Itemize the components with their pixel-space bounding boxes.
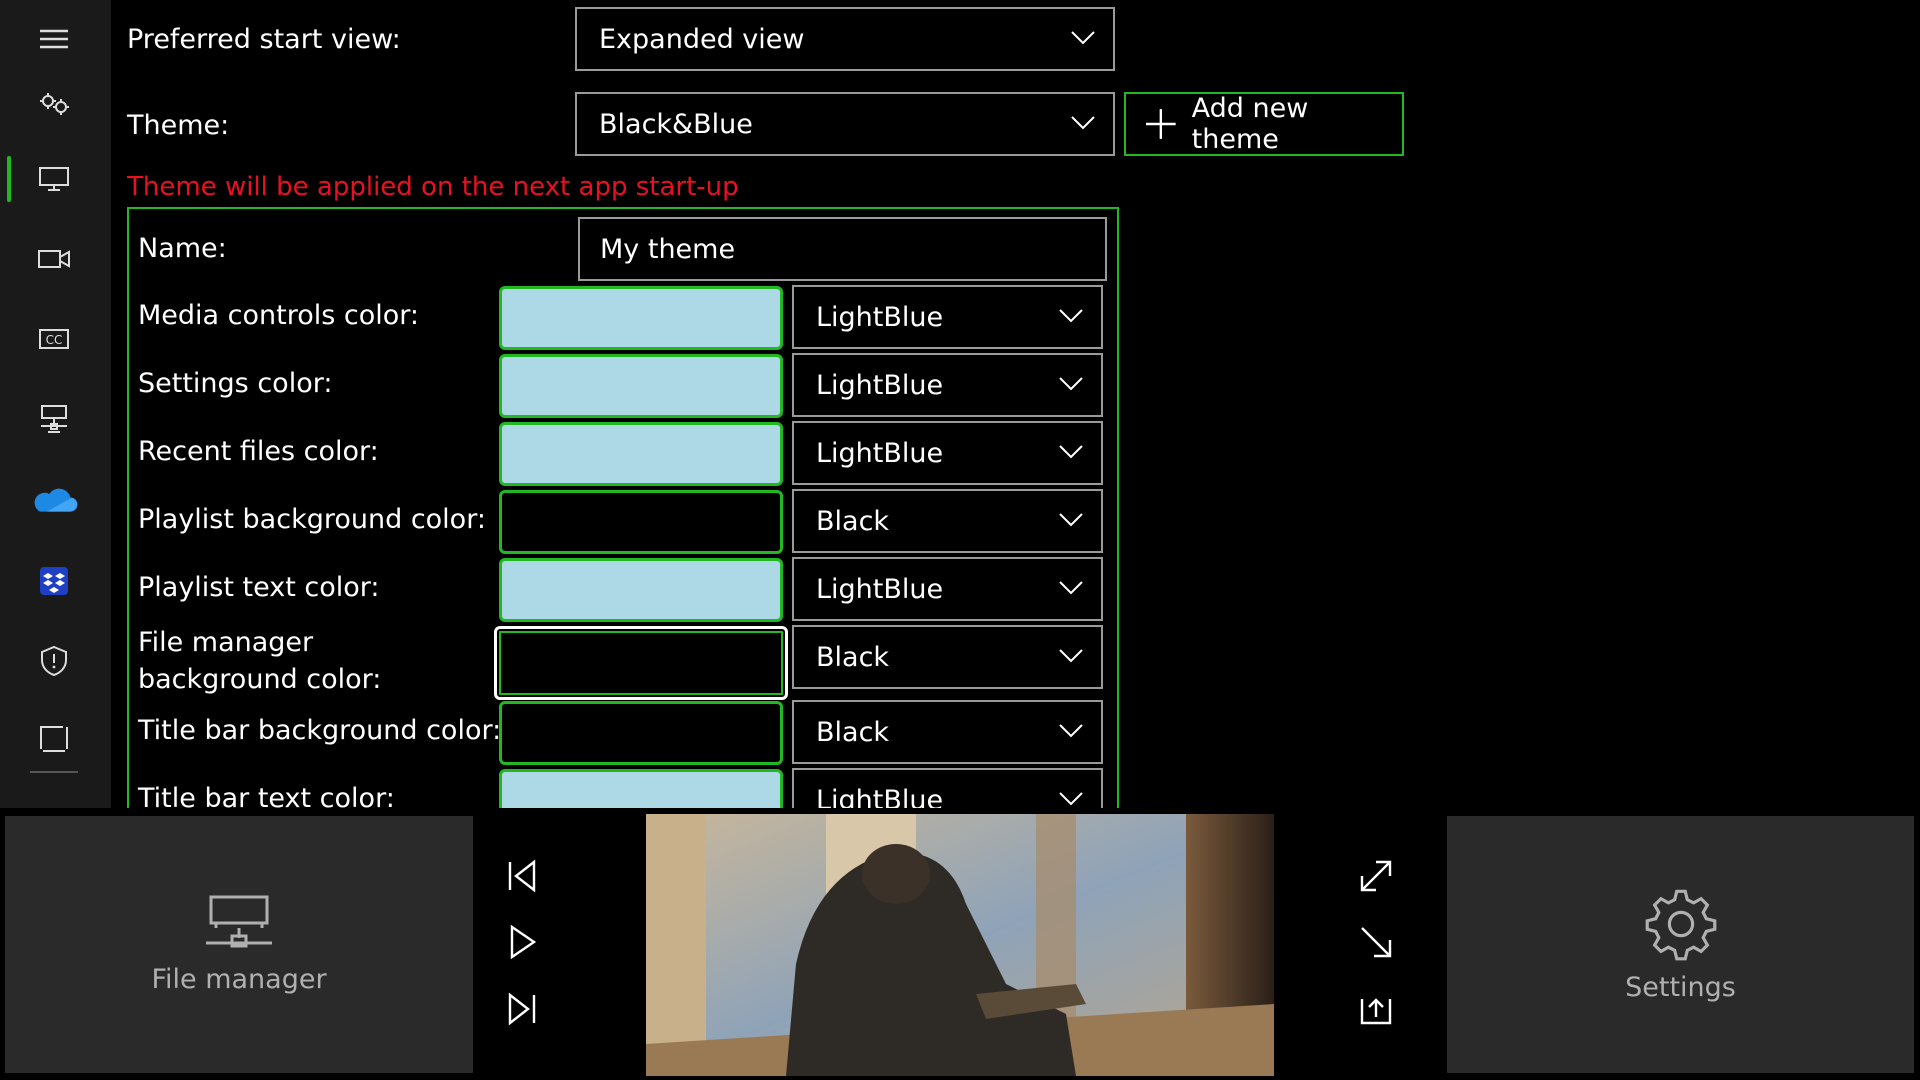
skip-next-icon [508, 992, 536, 1026]
arrow-down-right-icon [1361, 927, 1392, 958]
add-new-theme-label: Add new theme [1191, 93, 1309, 155]
rail-divider [30, 771, 78, 773]
chevron-down-icon [1059, 513, 1083, 527]
file-manager-button[interactable]: File manager [5, 816, 473, 1073]
chevron-down-icon [1059, 792, 1083, 806]
title-bar-background-color-label: Title bar background color: [138, 715, 502, 746]
file-manager-background-color-swatch[interactable] [494, 626, 788, 700]
file-manager-background-color-value: Black [816, 641, 890, 673]
chevron-down-icon [1059, 649, 1083, 663]
recent-files-color-value: LightBlue [816, 437, 944, 469]
expand-button[interactable] [1346, 846, 1406, 906]
playlist-background-color-dropdown[interactable]: Black [792, 489, 1103, 553]
media-controls-color-value: LightBlue [816, 301, 944, 333]
start-view-dropdown[interactable]: Expanded view [575, 7, 1115, 71]
settings-color-value: LightBlue [816, 369, 944, 401]
settings-color-label: Settings color: [138, 368, 333, 399]
video-thumbnail[interactable] [646, 814, 1274, 1076]
play-icon [510, 924, 537, 960]
closed-captions-icon[interactable]: CC [14, 309, 94, 369]
title-bar-text-color-label: Title bar text color: [138, 783, 395, 808]
chevron-down-icon [1059, 377, 1083, 391]
playlist-text-color-value: LightBlue [816, 573, 944, 605]
settings-color-swatch[interactable] [499, 354, 783, 418]
settings-button[interactable]: Settings [1447, 816, 1914, 1073]
playlist-text-color-swatch[interactable] [499, 558, 783, 622]
hamburger-menu-icon[interactable] [14, 9, 94, 69]
play-button[interactable] [492, 912, 552, 972]
title-bar-background-color-swatch[interactable] [499, 701, 783, 765]
theme-label: Theme: [127, 110, 230, 141]
playlist-text-color-label: Playlist text color: [138, 572, 380, 603]
plus-icon [1145, 109, 1176, 139]
shield-icon[interactable] [14, 631, 94, 691]
title-bar-text-color-value: LightBlue [816, 784, 944, 809]
active-indicator [7, 156, 11, 202]
theme-value: Black&Blue [599, 108, 753, 140]
monitor-icon[interactable] [14, 149, 94, 209]
network-icon [206, 895, 272, 948]
recent-files-color-swatch[interactable] [499, 422, 783, 486]
start-view-value: Expanded view [599, 23, 805, 55]
add-new-theme-button[interactable]: Add new theme [1124, 92, 1404, 156]
expand-arrows-icon [1360, 860, 1392, 892]
theme-dropdown[interactable]: Black&Blue [575, 92, 1115, 156]
file-manager-label: File manager [151, 964, 327, 995]
title-bar-background-color-dropdown[interactable]: Black [792, 700, 1103, 764]
theme-name-input[interactable]: My theme [578, 217, 1107, 281]
minimize-button[interactable] [1346, 912, 1406, 972]
title-bar-text-color-dropdown[interactable]: LightBlue [792, 768, 1103, 808]
chevron-down-icon [1059, 581, 1083, 595]
video-frame-image [646, 814, 1274, 1076]
gears-icon[interactable] [14, 74, 94, 134]
theme-warning: Theme will be applied on the next app st… [127, 172, 739, 202]
start-view-label: Preferred start view: [127, 24, 401, 55]
playlist-background-color-value: Black [816, 505, 890, 537]
media-controls-color-swatch[interactable] [499, 286, 783, 350]
chevron-down-icon [1071, 31, 1095, 45]
chevron-down-icon [1059, 445, 1083, 459]
file-manager-background-color-dropdown[interactable]: Black [792, 625, 1103, 689]
theme-editor-panel: Name: My theme Media controls color: Lig… [127, 207, 1119, 808]
media-controls-color-dropdown[interactable]: LightBlue [792, 285, 1103, 349]
media-controls-color-label: Media controls color: [138, 300, 420, 331]
next-track-button[interactable] [492, 979, 552, 1039]
chevron-down-icon [1059, 724, 1083, 738]
settings-color-dropdown[interactable]: LightBlue [792, 353, 1103, 417]
share-button[interactable] [1346, 979, 1406, 1039]
svg-text:CC: CC [46, 333, 63, 347]
recent-files-color-label: Recent files color: [138, 436, 379, 467]
title-bar-background-color-value: Black [816, 716, 890, 748]
name-label: Name: [138, 233, 227, 264]
previous-track-button[interactable] [492, 846, 552, 906]
upload-icon [1360, 998, 1392, 1025]
recent-files-color-dropdown[interactable]: LightBlue [792, 421, 1103, 485]
settings-label: Settings [1625, 972, 1736, 1003]
video-camera-icon[interactable] [14, 229, 94, 289]
onedrive-icon[interactable] [14, 471, 94, 531]
playlist-background-color-label: Playlist background color: [138, 504, 486, 535]
window-icon[interactable] [14, 709, 94, 769]
chevron-down-icon [1071, 116, 1095, 130]
file-manager-background-color-label: File manager background color: [138, 627, 382, 695]
network-icon[interactable] [14, 389, 94, 449]
title-bar-text-color-swatch[interactable] [499, 769, 783, 808]
gear-icon [1645, 889, 1716, 961]
theme-name-value: My theme [600, 233, 736, 265]
dropbox-icon[interactable] [14, 551, 94, 611]
playlist-background-color-swatch[interactable] [499, 490, 783, 554]
sidebar: CC [0, 0, 111, 808]
chevron-down-icon [1059, 309, 1083, 323]
playlist-text-color-dropdown[interactable]: LightBlue [792, 557, 1103, 621]
skip-previous-icon [508, 859, 536, 893]
